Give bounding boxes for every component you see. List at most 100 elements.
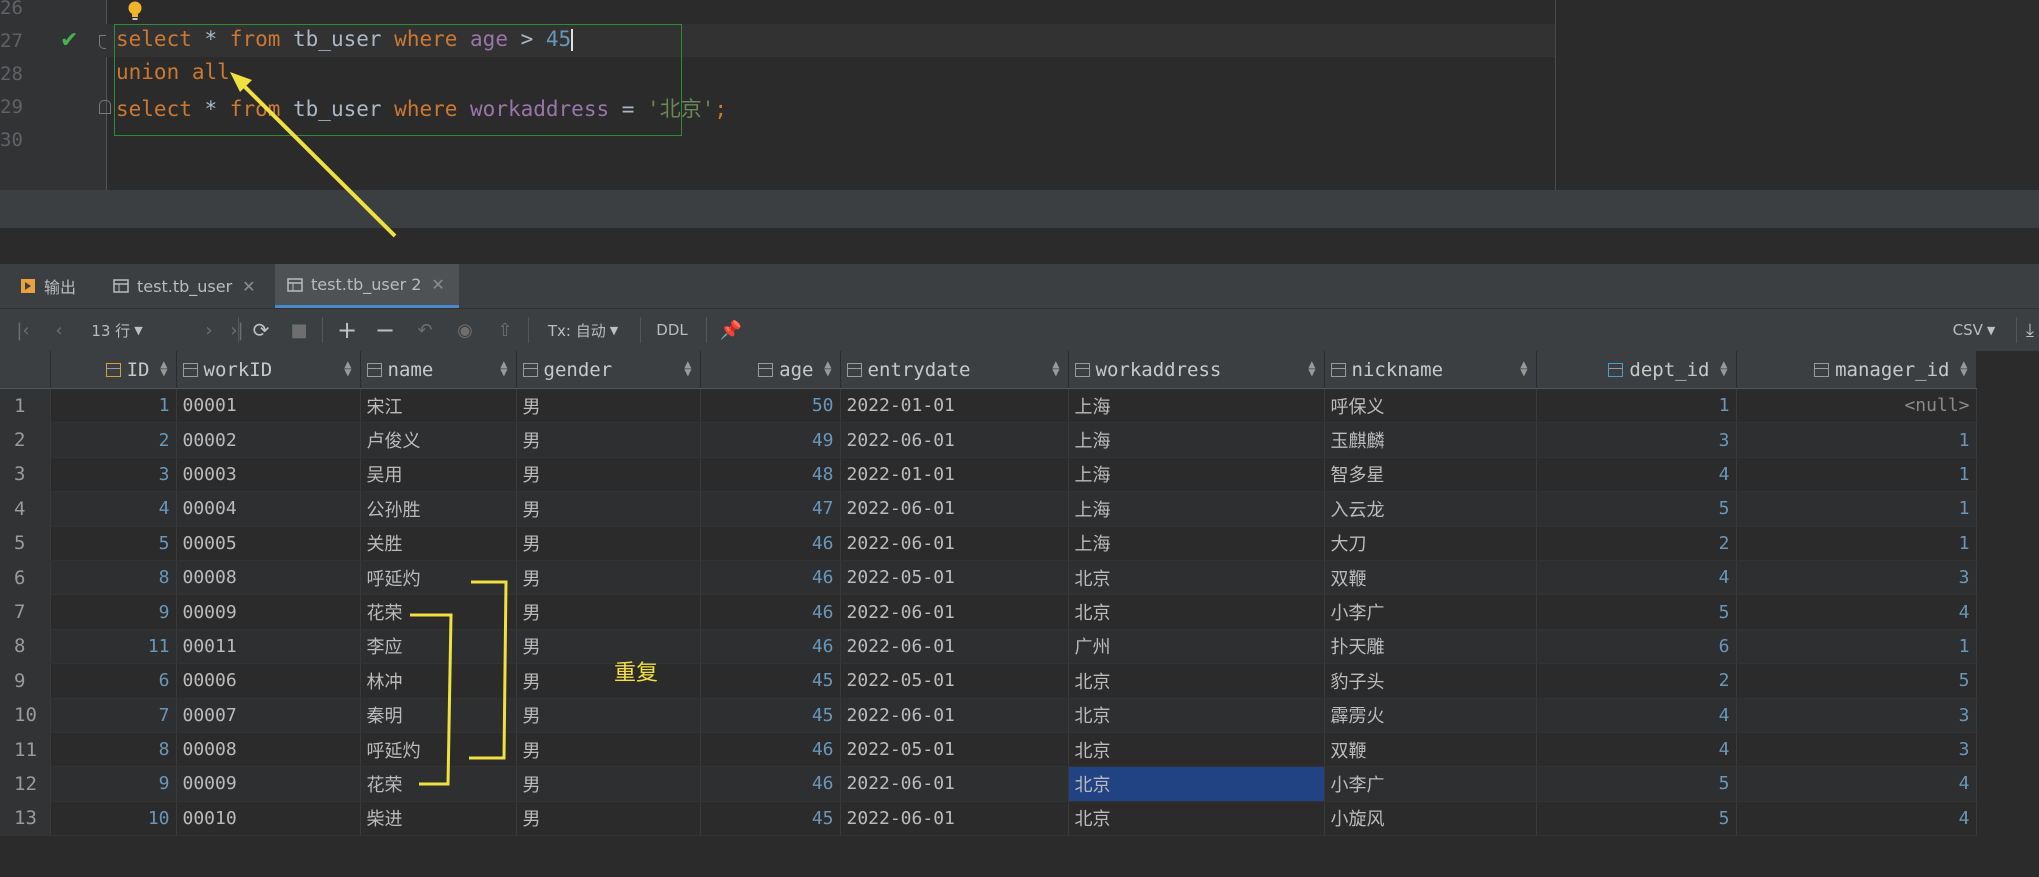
sort-icon[interactable]: ▲ ▼: [684, 358, 691, 378]
ddl-button[interactable]: DDL: [652, 309, 692, 351]
cell-age[interactable]: 50: [700, 388, 841, 424]
cell-dept-id[interactable]: 5: [1536, 801, 1737, 837]
cell-workid[interactable]: 00009: [176, 766, 361, 802]
cell-workid[interactable]: 00009: [176, 594, 361, 630]
cell-manager-id[interactable]: <null>: [1736, 388, 1977, 424]
table-row[interactable]: 12 9 00009 花荣男 46 2022-06-01 北京 小李广 5 4: [0, 766, 1977, 802]
cell-workaddress[interactable]: 北京: [1068, 801, 1325, 837]
cell-nickname[interactable]: 双鞭: [1324, 560, 1537, 596]
first-page-icon[interactable]: |‹: [8, 309, 38, 351]
cell-nickname[interactable]: 双鞭: [1324, 732, 1537, 768]
export-format-dropdown[interactable]: CSV ▼: [1946, 309, 2002, 351]
cell-gender[interactable]: 男: [516, 698, 701, 733]
cell-nickname[interactable]: 小李广: [1324, 766, 1537, 802]
cell-name[interactable]: 公孙胜: [360, 491, 517, 527]
cell-nickname[interactable]: 霹雳火: [1324, 698, 1537, 733]
cell-entrydate[interactable]: 2022-06-01: [840, 422, 1069, 458]
cell-id[interactable]: 10: [50, 801, 177, 837]
cell-manager-id[interactable]: 5: [1736, 663, 1977, 699]
cell-age[interactable]: 45: [700, 801, 841, 837]
cell-workaddress[interactable]: 北京: [1068, 732, 1325, 768]
cell-workaddress[interactable]: 上海: [1068, 457, 1325, 493]
column-header-id[interactable]: ID ▲ ▼: [50, 351, 177, 389]
cell-gender[interactable]: 男: [516, 732, 701, 768]
cell-name[interactable]: 关胜: [360, 526, 517, 561]
download-icon[interactable]: ⤓: [2022, 309, 2038, 351]
cell-age[interactable]: 45: [700, 663, 841, 699]
previous-page-icon[interactable]: ‹: [44, 309, 74, 351]
cell-age[interactable]: 46: [700, 766, 841, 802]
table-row[interactable]: 4 4 00004 公孙胜男 47 2022-06-01 上海 入云龙 5 1: [0, 491, 1977, 527]
table-row[interactable]: 1 1 00001 宋江男 50 2022-01-01 上海 呼保义 1 <null>: [0, 388, 1977, 424]
cell-name[interactable]: 呼延灼: [360, 560, 517, 596]
cell-entrydate[interactable]: 2022-06-01: [840, 491, 1069, 527]
cell-gender[interactable]: 男: [516, 457, 701, 493]
cell-name[interactable]: 花荣: [360, 766, 517, 802]
next-page-icon[interactable]: ›: [194, 309, 224, 351]
cell-nickname[interactable]: 呼保义: [1324, 388, 1537, 424]
fold-end-icon[interactable]: [99, 100, 111, 114]
cell-nickname[interactable]: 智多星: [1324, 457, 1537, 493]
cell-id[interactable]: 11: [50, 629, 177, 665]
cell-gender[interactable]: 男: [516, 388, 701, 424]
cell-gender[interactable]: 男: [516, 801, 701, 837]
table-row[interactable]: 2 2 00002 卢俊义男 49 2022-06-01 上海 玉麒麟 3 1: [0, 422, 1977, 458]
cell-manager-id[interactable]: 4: [1736, 801, 1977, 837]
cell-dept-id[interactable]: 1: [1536, 388, 1737, 424]
cell-dept-id[interactable]: 2: [1536, 663, 1737, 699]
cell-dept-id[interactable]: 6: [1536, 629, 1737, 665]
cell-age[interactable]: 46: [700, 629, 841, 665]
sort-icon[interactable]: ▲ ▼: [1960, 358, 1967, 378]
sort-icon[interactable]: ▲ ▼: [824, 358, 831, 378]
cell-workid[interactable]: 00002: [176, 422, 361, 458]
cell-dept-id[interactable]: 2: [1536, 526, 1737, 561]
cell-workid[interactable]: 00010: [176, 801, 361, 837]
tab-output[interactable]: 输出: [20, 264, 76, 308]
cell-dept-id[interactable]: 5: [1536, 491, 1737, 527]
cell-id[interactable]: 5: [50, 526, 177, 561]
cell-age[interactable]: 46: [700, 732, 841, 768]
cell-workaddress[interactable]: 北京: [1068, 594, 1325, 630]
stop-icon[interactable]: ■: [284, 309, 314, 351]
column-header-gender[interactable]: gender ▲ ▼: [516, 351, 701, 389]
close-icon[interactable]: ✕: [431, 275, 444, 294]
sort-icon[interactable]: ▲ ▼: [160, 358, 167, 378]
cell-name[interactable]: 李应: [360, 629, 517, 665]
cell-workid[interactable]: 00001: [176, 388, 361, 424]
cell-name[interactable]: 林冲: [360, 663, 517, 699]
table-row[interactable]: 8 11 00011 李应男 46 2022-06-01 广州 扑天雕 6 1: [0, 629, 1977, 665]
cell-gender[interactable]: 男: [516, 526, 701, 561]
cell-age[interactable]: 47: [700, 491, 841, 527]
cell-workaddress[interactable]: 北京: [1068, 663, 1325, 699]
cell-dept-id[interactable]: 5: [1536, 594, 1737, 630]
cell-id[interactable]: 8: [50, 560, 177, 596]
cell-age[interactable]: 48: [700, 457, 841, 493]
cell-id[interactable]: 2: [50, 422, 177, 458]
cell-manager-id[interactable]: 3: [1736, 560, 1977, 596]
cell-nickname[interactable]: 入云龙: [1324, 491, 1537, 527]
cell-age[interactable]: 49: [700, 422, 841, 458]
column-header-name[interactable]: name ▲ ▼: [360, 351, 517, 389]
refresh-icon[interactable]: ⟳: [246, 309, 276, 351]
panel-splitter[interactable]: [0, 228, 2039, 264]
cell-id[interactable]: 8: [50, 732, 177, 768]
cell-workaddress[interactable]: 上海: [1068, 526, 1325, 561]
cell-manager-id[interactable]: 1: [1736, 629, 1977, 665]
cell-name[interactable]: 秦明: [360, 698, 517, 733]
cell-name[interactable]: 呼延灼: [360, 732, 517, 768]
sort-icon[interactable]: ▲ ▼: [1720, 358, 1727, 378]
cell-entrydate[interactable]: 2022-05-01: [840, 560, 1069, 596]
cell-manager-id[interactable]: 1: [1736, 526, 1977, 561]
cell-entrydate[interactable]: 2022-06-01: [840, 766, 1069, 802]
cell-gender[interactable]: 男: [516, 629, 701, 665]
cell-id[interactable]: 7: [50, 698, 177, 733]
view-icon[interactable]: ◉: [450, 309, 480, 351]
cell-name[interactable]: 花荣: [360, 594, 517, 630]
column-header-workaddress[interactable]: workaddress ▲ ▼: [1068, 351, 1325, 389]
cell-age[interactable]: 46: [700, 526, 841, 561]
sort-icon[interactable]: ▲ ▼: [500, 358, 507, 378]
cell-entrydate[interactable]: 2022-01-01: [840, 457, 1069, 493]
cell-manager-id[interactable]: 1: [1736, 422, 1977, 458]
column-header-workid[interactable]: workID ▲ ▼: [176, 351, 361, 389]
sort-icon[interactable]: ▲ ▼: [1520, 358, 1527, 378]
